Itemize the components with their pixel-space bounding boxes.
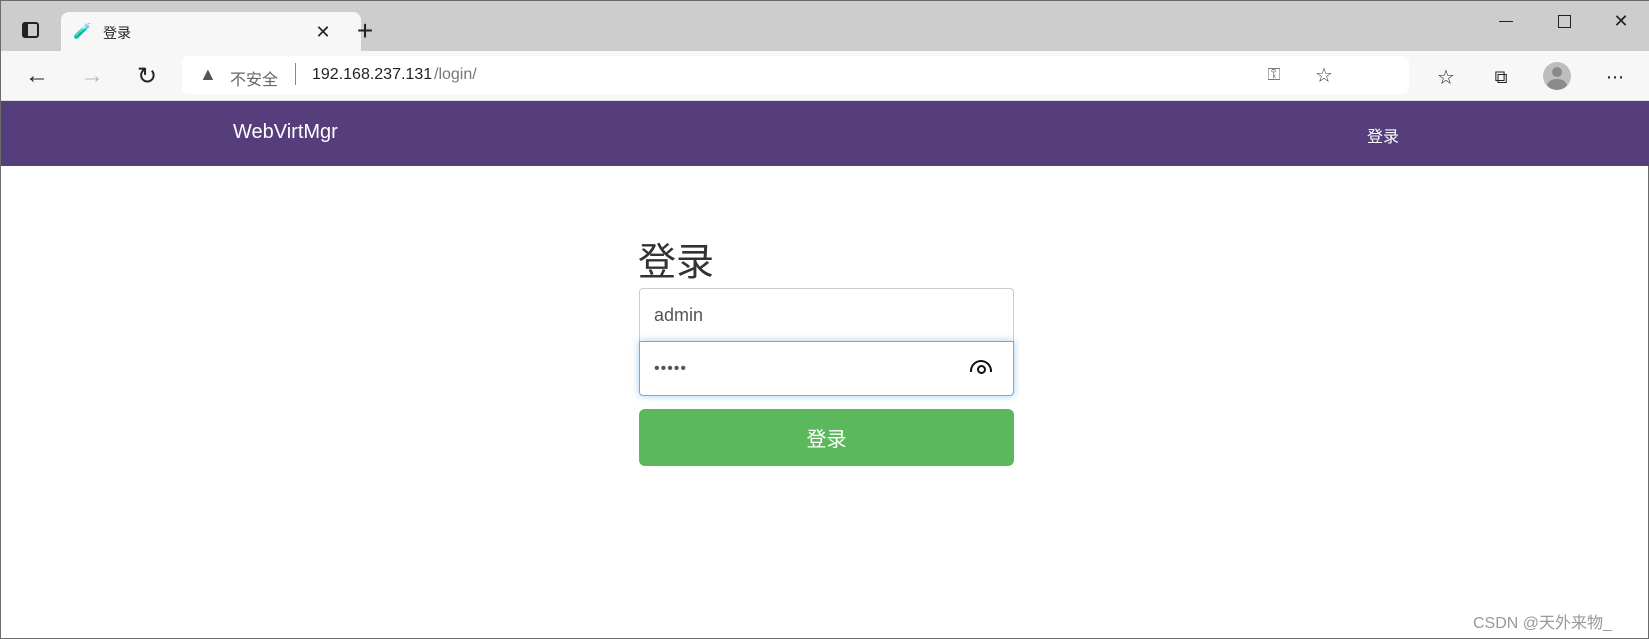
tab-title: 登录 [103, 25, 131, 41]
favicon-icon: 🧪 [73, 23, 92, 40]
key-icon[interactable]: ⚿ [1262, 63, 1286, 87]
browser-tab[interactable]: 🧪 登录 ✕ [61, 12, 361, 52]
more-icon[interactable]: ⋯ [1601, 64, 1629, 90]
profile-avatar-icon[interactable] [1543, 62, 1571, 90]
show-password-icon[interactable] [970, 360, 992, 374]
close-tab-icon[interactable]: ✕ [311, 20, 335, 44]
forward-icon[interactable]: → [78, 62, 106, 89]
back-icon[interactable]: ← [23, 62, 51, 89]
username-value: admin [654, 304, 704, 325]
brand-link[interactable]: WebVirtMgr [233, 121, 338, 144]
url-host[interactable]: 192.168.237.131 [312, 66, 432, 84]
minimize-icon[interactable] [1494, 9, 1518, 33]
maximize-icon[interactable] [1552, 9, 1576, 33]
address-bar[interactable]: ▲ 不安全 192.168.237.131 /login/ ⚿ ☆ [182, 56, 1409, 94]
divider [295, 63, 296, 85]
refresh-icon[interactable]: ↻ [133, 63, 161, 90]
new-tab-icon[interactable]: + [351, 15, 379, 46]
favorites-icon[interactable]: ☆ [1433, 64, 1459, 90]
tab-actions-icon[interactable] [19, 19, 41, 41]
warning-icon[interactable]: ▲ [199, 64, 217, 85]
password-value: ••••• [654, 359, 688, 377]
password-input[interactable]: ••••• [639, 341, 1014, 396]
username-input[interactable]: admin [639, 288, 1014, 342]
add-favorite-icon[interactable]: ☆ [1312, 63, 1336, 87]
watermark: CSDN @天外来物_ [1473, 615, 1612, 632]
security-label[interactable]: 不安全 [230, 66, 278, 90]
nav-login-link[interactable]: 登录 [1367, 123, 1399, 147]
login-button[interactable]: 登录 [639, 409, 1014, 466]
url-path[interactable]: /login/ [434, 66, 477, 84]
window-close-icon[interactable]: ✕ [1609, 9, 1633, 33]
collections-icon[interactable]: ⧉ [1488, 64, 1514, 90]
page-title: 登录 [638, 242, 715, 284]
navbar: WebVirtMgr 登录 [1, 101, 1649, 166]
